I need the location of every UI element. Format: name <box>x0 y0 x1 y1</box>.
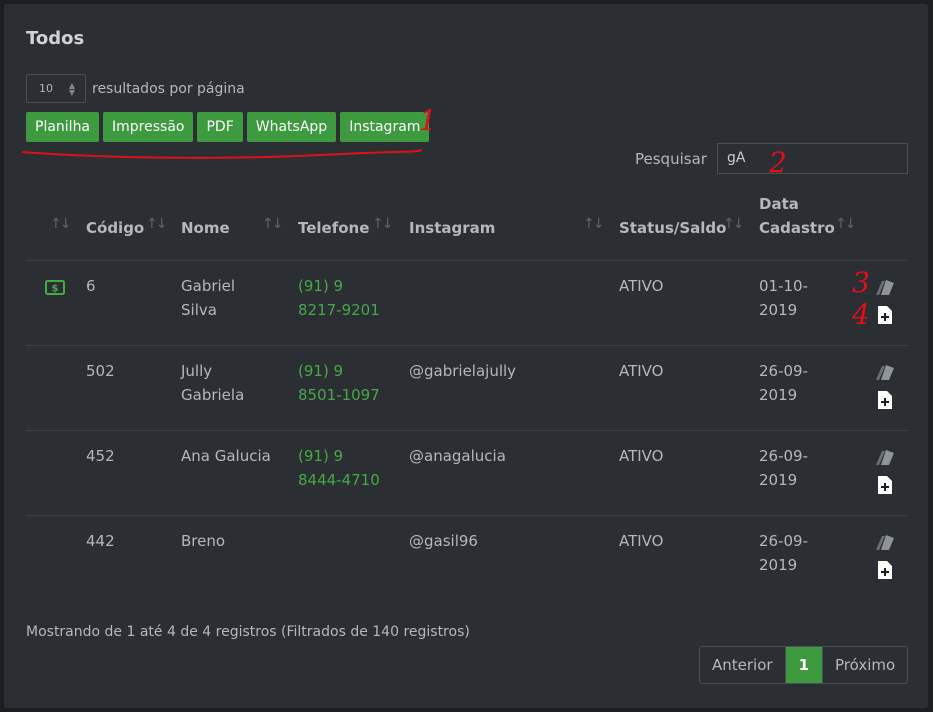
cell-nome: Jully Gabriela <box>181 362 245 404</box>
cell-instagram: @anagalucia <box>409 447 506 465</box>
copy-icon[interactable] <box>873 447 895 474</box>
cell-instagram: @gabrielajully <box>409 362 517 380</box>
cell-telefone[interactable]: (91) 9 8444-4710 <box>298 444 380 492</box>
table-row: 502 Jully Gabriela (91) 9 8501-1097 @gabrie… <box>26 346 907 431</box>
annotation-3: 3 <box>852 266 870 299</box>
cell-data-cadastro: 26-09- 2019 <box>759 532 808 574</box>
pagination-next-button[interactable]: Próximo <box>822 647 907 683</box>
select-arrows-icon: ▲ ▼ <box>68 81 75 97</box>
add-document-icon[interactable] <box>877 560 893 587</box>
sort-icon[interactable]: ↑↓ <box>583 216 605 232</box>
sort-icon[interactable]: ↑↓ <box>723 216 745 232</box>
annotation-2: 2 <box>769 146 787 179</box>
cell-status: ATIVO <box>619 362 664 380</box>
table-info: Mostrando de 1 até 4 de 4 registros (Fil… <box>26 624 470 640</box>
column-header-nome[interactable]: Nome <box>181 216 230 240</box>
add-document-icon[interactable] <box>877 390 893 417</box>
cell-data-cadastro: 26-09- 2019 <box>759 447 808 489</box>
page-length-control: 10 ▲ ▼ resultados por página <box>26 74 245 103</box>
export-instagram-button[interactable]: Instagram <box>340 112 430 142</box>
records-table: ↑↓ Código ↑↓ Nome ↑↓ Telefone ↑↓ Instagr… <box>26 194 907 600</box>
sort-icon[interactable]: ↑↓ <box>372 216 394 232</box>
copy-icon[interactable] <box>873 277 895 304</box>
cell-nome: Ana Galucia <box>181 447 271 465</box>
cell-status: ATIVO <box>619 277 664 295</box>
search-label: Pesquisar <box>635 149 707 168</box>
table-row: 452 Ana Galucia (91) 9 8444-4710 @anagaluci… <box>26 431 907 516</box>
cell-nome: Breno <box>181 532 226 550</box>
table-body: $6 Gabriel Silva (91) 9 8217-9201 ATIVO 01-1… <box>26 261 907 600</box>
sort-icon[interactable]: ↑↓ <box>835 216 857 232</box>
cell-telefone[interactable]: (91) 9 8217-9201 <box>298 274 380 322</box>
column-header-data-cadastro[interactable]: Data Cadastro <box>759 192 835 240</box>
sort-icon[interactable]: ↑↓ <box>262 216 284 232</box>
column-header-telefone[interactable]: Telefone <box>298 216 369 240</box>
copy-icon[interactable] <box>873 362 895 389</box>
column-header-status[interactable]: Status/Saldo <box>619 216 726 240</box>
annotation-4: 4 <box>852 298 870 331</box>
table-header: ↑↓ Código ↑↓ Nome ↑↓ Telefone ↑↓ Instagr… <box>26 194 907 261</box>
page-length-select[interactable]: 10 ▲ ▼ <box>26 74 86 103</box>
cell-data-cadastro: 26-09- 2019 <box>759 362 808 404</box>
copy-icon[interactable] <box>873 532 895 559</box>
add-document-icon[interactable] <box>877 305 893 332</box>
page-title: Todos <box>26 28 85 49</box>
page-length-label: resultados por página <box>92 80 245 97</box>
svg-text:$: $ <box>52 284 59 295</box>
cell-codigo: 442 <box>86 532 115 550</box>
add-document-icon[interactable] <box>877 475 893 502</box>
export-buttons: Planilha Impressão PDF WhatsApp Instagra… <box>26 112 430 142</box>
export-planilha-button[interactable]: Planilha <box>26 112 100 142</box>
column-header-codigo[interactable]: Código <box>86 216 144 240</box>
export-impressao-button[interactable]: Impressão <box>103 112 194 142</box>
annotation-1: 1 <box>419 104 437 137</box>
sort-icon[interactable]: ↑↓ <box>146 216 168 232</box>
search-input[interactable]: gA <box>716 143 908 174</box>
content-panel: Todos 10 ▲ ▼ resultados por página Planil… <box>4 4 928 708</box>
cell-nome: Gabriel Silva <box>181 277 236 319</box>
cell-codigo: 452 <box>86 447 115 465</box>
pagination: Anterior 1 Próximo <box>699 646 909 684</box>
cell-codigo: 502 <box>86 362 115 380</box>
export-whatsapp-button[interactable]: WhatsApp <box>246 112 337 142</box>
cell-status: ATIVO <box>619 447 664 465</box>
page-length-value: 10 <box>39 82 53 95</box>
cell-data-cadastro: 01-10- 2019 <box>759 277 808 319</box>
cell-instagram: @gasil96 <box>409 532 478 550</box>
cell-codigo: 6 <box>86 277 96 295</box>
cell-telefone[interactable]: (91) 9 8501-1097 <box>298 359 380 407</box>
annotation-underline <box>21 149 423 159</box>
pagination-page-1[interactable]: 1 <box>785 647 822 683</box>
export-pdf-button[interactable]: PDF <box>197 112 243 142</box>
column-header-instagram[interactable]: Instagram <box>409 216 495 240</box>
cell-status: ATIVO <box>619 532 664 550</box>
table-row: $6 Gabriel Silva (91) 9 8217-9201 ATIVO 01-1… <box>26 261 907 346</box>
money-icon[interactable]: $ <box>45 278 65 302</box>
sort-icon[interactable]: ↑↓ <box>50 216 72 232</box>
pagination-prev-button[interactable]: Anterior <box>700 647 786 683</box>
table-row: 442 Breno @gasil96 ATIVO 26-09- 2019 <box>26 516 907 600</box>
